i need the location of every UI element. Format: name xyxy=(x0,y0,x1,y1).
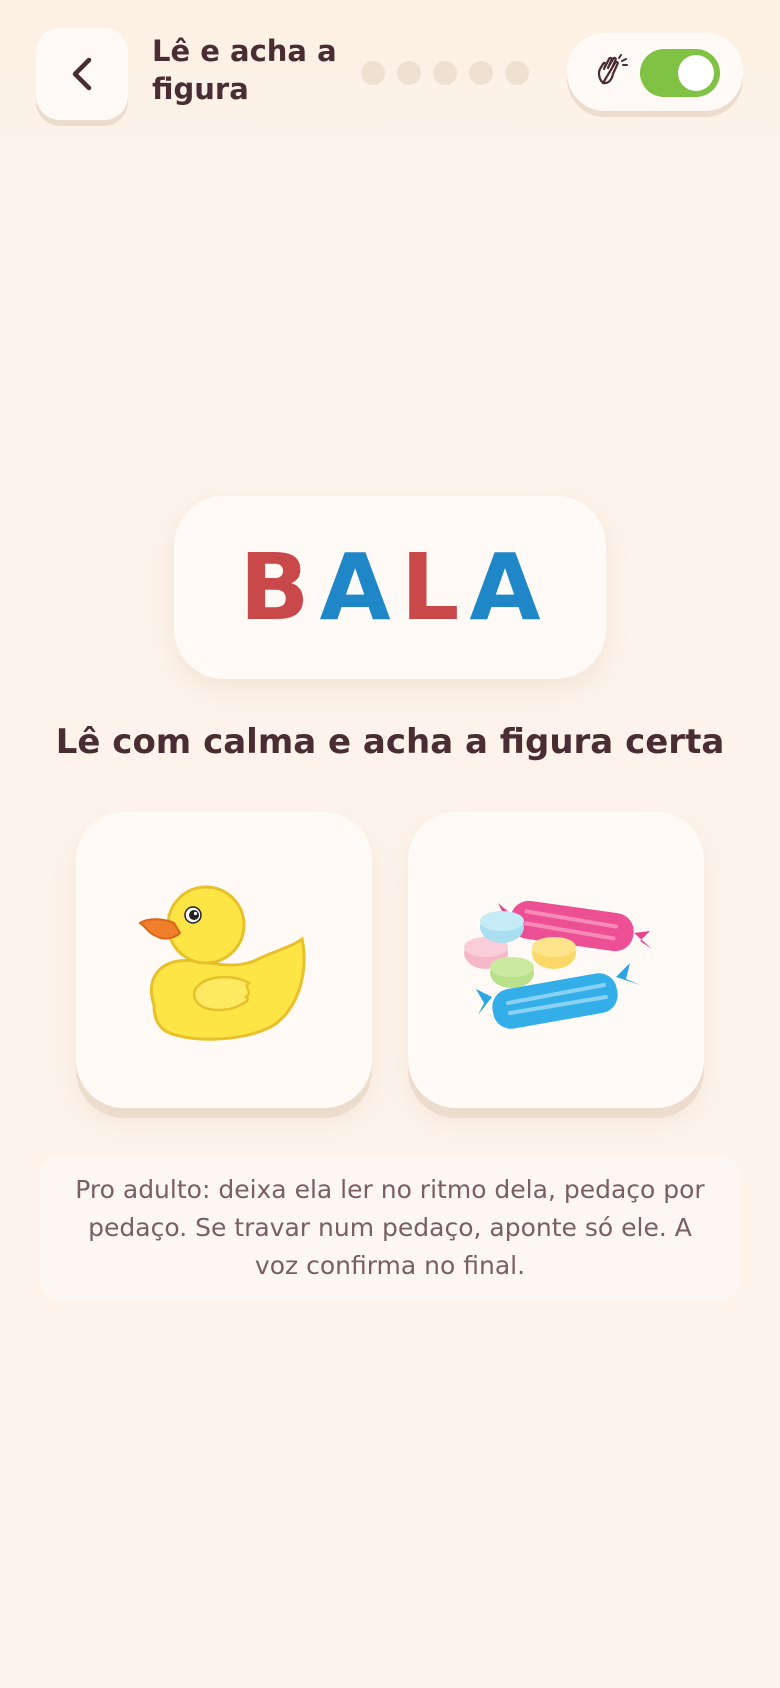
voice-toggle-switch[interactable] xyxy=(640,49,720,97)
word-letter: A xyxy=(469,534,541,641)
chevron-left-icon xyxy=(72,57,92,91)
adult-hint-box: Pro adulto: deixa ela ler no ritmo dela,… xyxy=(40,1155,740,1301)
progress-dots xyxy=(361,61,529,85)
candies-icon xyxy=(464,900,652,1029)
rubber-duck-icon xyxy=(138,885,306,1041)
word-letter: L xyxy=(400,534,470,641)
voice-toggle-container xyxy=(567,33,743,111)
progress-dot xyxy=(361,61,385,85)
option-card-candies[interactable] xyxy=(408,812,704,1108)
progress-dot xyxy=(397,61,421,85)
word-letter: A xyxy=(319,534,401,641)
progress-dot xyxy=(469,61,493,85)
option-card-duck[interactable] xyxy=(76,812,372,1108)
instruction-text: Lê com calma e acha a figura certa xyxy=(55,722,725,762)
progress-dot xyxy=(505,61,529,85)
adult-hint-text: Pro adulto: deixa ela ler no ritmo dela,… xyxy=(75,1175,705,1280)
word-card: B A L A xyxy=(174,496,606,679)
progress-dot xyxy=(433,61,457,85)
wave-hand-icon xyxy=(597,54,628,85)
toggle-knob xyxy=(678,55,714,91)
word-letter: B xyxy=(239,534,320,641)
back-button[interactable] xyxy=(36,28,128,120)
page-title: Lê e acha a figura xyxy=(152,34,337,106)
